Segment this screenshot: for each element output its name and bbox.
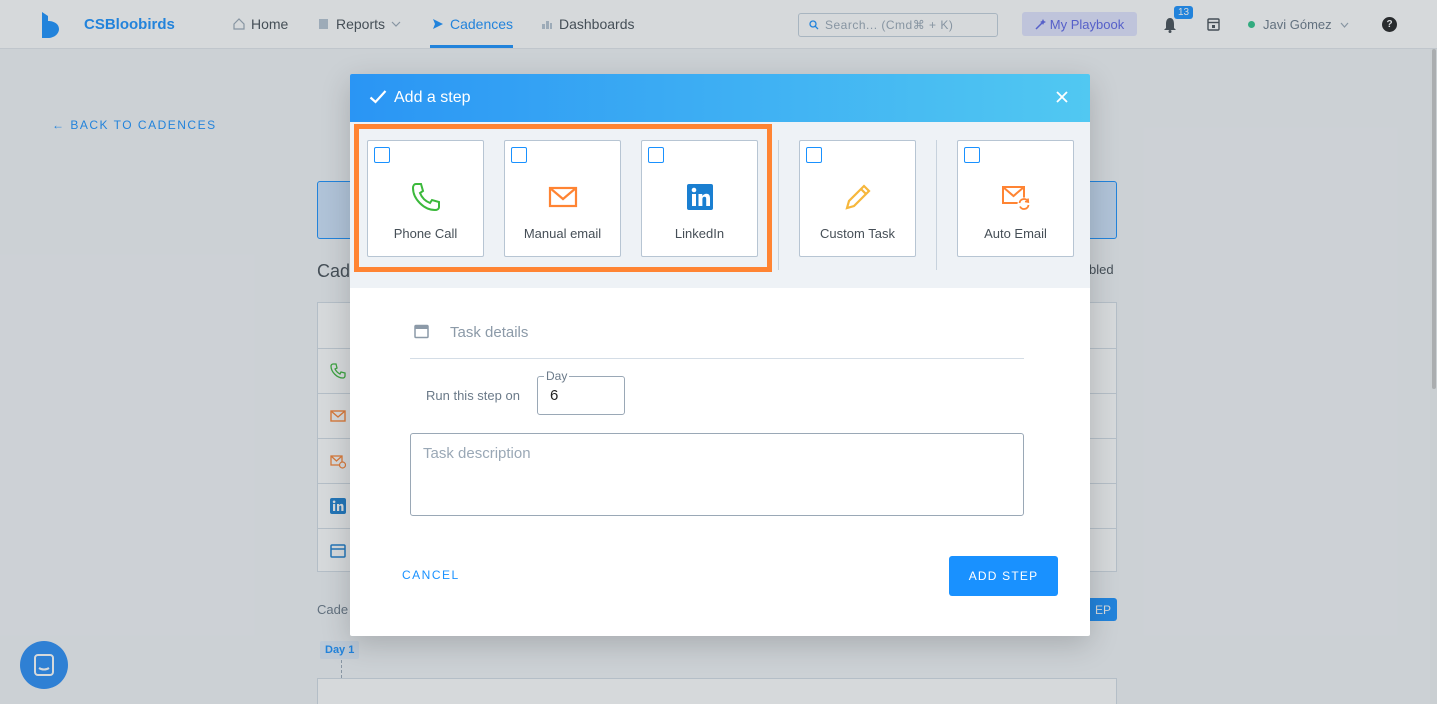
step-checkbox[interactable]: [964, 147, 980, 163]
divider: [936, 140, 937, 270]
close-icon[interactable]: [1055, 90, 1069, 104]
day-field-legend: Day: [544, 369, 570, 383]
run-step-label: Run this step on: [426, 388, 520, 403]
task-details-heading: Task details: [450, 324, 529, 341]
task-description-placeholder: Task description: [423, 445, 531, 462]
step-types-highlight: [354, 124, 772, 272]
pencil-icon: [845, 184, 871, 210]
step-type-label: Custom Task: [820, 226, 895, 241]
auto-email-icon: [1002, 186, 1031, 211]
divider: [778, 140, 779, 270]
divider: [410, 358, 1024, 359]
step-type-auto-email[interactable]: Auto Email: [957, 140, 1074, 257]
step-checkbox[interactable]: [806, 147, 822, 163]
cancel-button[interactable]: CANCEL: [402, 568, 460, 582]
step-type-custom-task[interactable]: Custom Task: [799, 140, 916, 257]
check-icon: [369, 90, 387, 104]
add-step-button[interactable]: ADD STEP: [949, 556, 1058, 596]
modal-title: Add a step: [394, 89, 471, 106]
modal-header: Add a step: [350, 74, 1090, 122]
step-type-label: Auto Email: [984, 226, 1047, 241]
task-description-input[interactable]: Task description: [410, 433, 1024, 516]
task-icon: [414, 324, 429, 339]
day-input[interactable]: Day 6: [537, 369, 625, 415]
add-step-modal: Add a step Phone Call Manual email Linke…: [350, 74, 1090, 636]
day-field-value: 6: [550, 387, 559, 404]
